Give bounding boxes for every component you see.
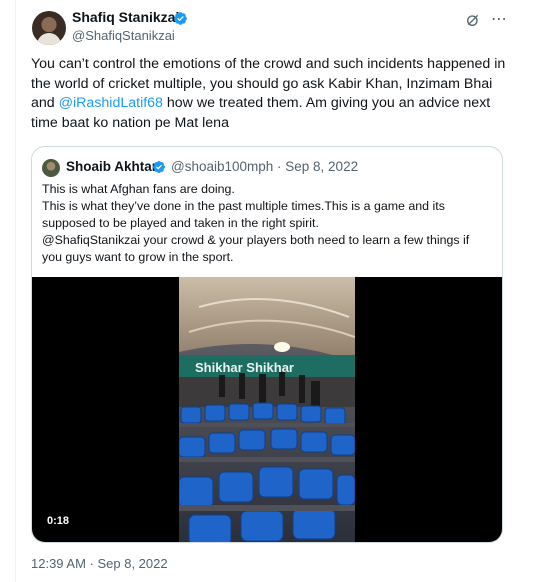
quoted-tweet-text: This is what Afghan fans are doing. This… [42,181,492,266]
quoted-tweet-line: This is what they’ve done in the past mu… [42,199,445,230]
more-options-icon[interactable]: ⋯ [491,12,511,28]
video-thumbnail: Shikhar Shikhar [179,277,355,542]
quoted-tweet-line: @ShafiqStanikzai your crowd & your playe… [42,233,470,264]
author-name[interactable]: Shafiq Stanikzai [72,9,179,25]
quoted-tweet-meta[interactable]: @shoaib100mph · Sep 8, 2022 [171,159,358,174]
quoted-author-name[interactable]: Shoaib Akhtar [66,159,157,174]
quoted-tweet-card[interactable]: Shoaib Akhtar @shoaib100mph · Sep 8, 202… [31,146,503,543]
grok-icon[interactable] [465,12,481,28]
quoted-author-avatar[interactable] [42,159,60,177]
tweet-timestamp[interactable]: 12:39 AM · Sep 8, 2022 [31,556,168,571]
author-handle[interactable]: @ShafiqStanikzai [72,28,175,43]
video-duration: 0:18 [42,513,75,529]
tweet-text: You can’t control the emotions of the cr… [31,55,511,133]
author-avatar[interactable] [32,11,66,45]
verified-badge-icon [174,12,187,25]
video-player[interactable]: Shikhar Shikhar 0:18 [32,277,502,542]
mention-link[interactable]: @iRashidLatif68 [59,95,163,111]
quoted-tweet-line: This is what Afghan fans are doing. [42,182,235,196]
verified-badge-icon [153,161,165,173]
